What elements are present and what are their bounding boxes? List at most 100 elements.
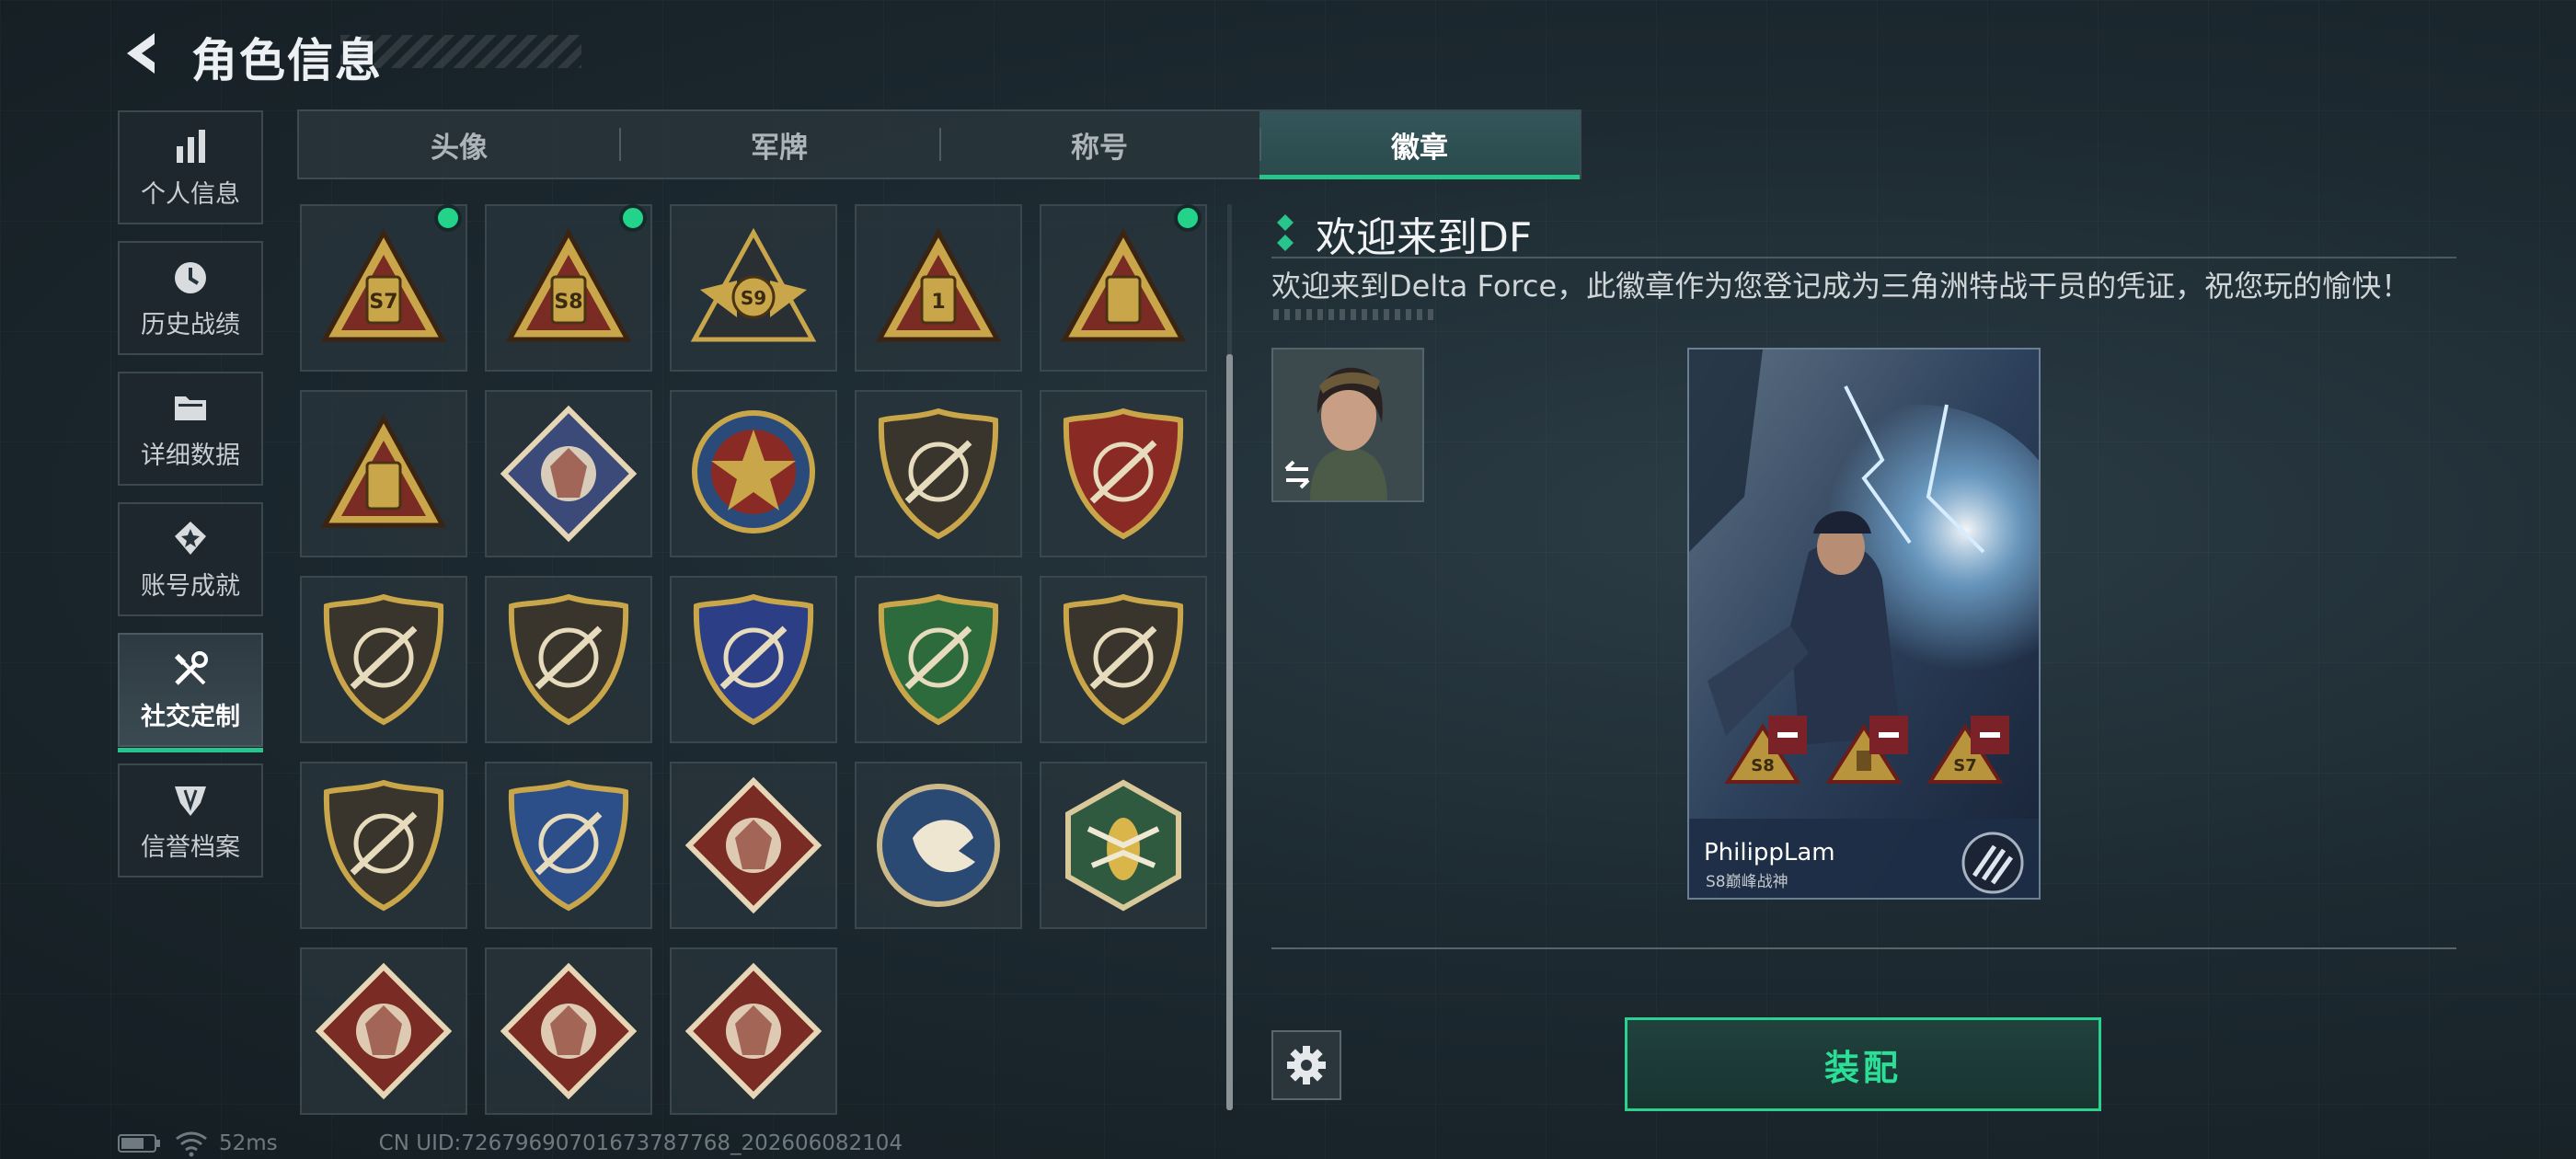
player-avatar[interactable]: [1271, 348, 1424, 502]
sidebar: 个人信息 历史战绩 详细数据 账号成就 社交定制 信誉档案: [118, 110, 267, 894]
svg-text:1: 1: [931, 291, 945, 314]
sidebar-item-label: 历史战绩: [141, 310, 240, 339]
rank-emblem-icon: [1961, 832, 2024, 894]
badge-slot[interactable]: [670, 762, 837, 929]
sidebar-item-detailed-data[interactable]: 详细数据: [118, 372, 263, 486]
svg-text:S7: S7: [1953, 756, 1977, 775]
badge-hornet-hexagon-icon: [1065, 779, 1181, 912]
battery-icon: [118, 1134, 160, 1153]
sidebar-item-label: 个人信息: [141, 179, 240, 209]
sidebar-item-achievements[interactable]: 账号成就: [118, 502, 263, 616]
tab-title[interactable]: 称号: [939, 111, 1259, 178]
bar-chart-icon: [177, 129, 205, 163]
badge-grid: S7 S8 S9 1: [300, 204, 1207, 1115]
badge-gem-shield-icon: [323, 593, 444, 726]
badge-squad-triangle-icon: [320, 413, 447, 528]
badge-slot[interactable]: S8: [485, 204, 652, 372]
badge-slot[interactable]: [1040, 576, 1207, 743]
player-card-art: S8 S7: [1689, 350, 2039, 898]
badge-s9-winged-icon: S9: [690, 227, 817, 342]
badge-slot[interactable]: [855, 390, 1022, 557]
badge-slot[interactable]: [300, 576, 467, 743]
badge-s7-triangle-icon: S7: [320, 227, 447, 342]
badge-laurel-shield-icon: [1063, 407, 1184, 540]
badge-slot[interactable]: [485, 762, 652, 929]
divider: [1271, 257, 2456, 258]
badge-slot[interactable]: [855, 762, 1022, 929]
sidebar-item-reputation[interactable]: 信誉档案: [118, 763, 263, 878]
player-rank-title: S8巅峰战神: [1706, 873, 1788, 891]
page-title: 角色信息: [191, 34, 383, 87]
folder-icon: [175, 396, 206, 420]
wrench-screwdriver-icon: [174, 650, 208, 685]
badge-dragon-diamond-icon: [315, 962, 453, 1100]
svg-text:S8: S8: [554, 291, 582, 314]
back-button[interactable]: [118, 28, 164, 79]
badge-eagle-circle-icon: [877, 784, 1000, 907]
double-diamond-icon: [1277, 214, 1294, 251]
ping-value: 52ms: [219, 1131, 278, 1155]
selected-badge-header: 欢迎来到DF: [1275, 204, 1532, 263]
badge-star-emblem-icon: [692, 410, 815, 534]
player-card-preview: S8 S7: [1687, 348, 2041, 900]
badge-skull-crosshair-icon: [508, 593, 629, 726]
badge-chevron-shield-icon: [878, 407, 999, 540]
status-bar: 52ms CN UID:7267969070167378776​8_202606…: [118, 1130, 903, 1157]
shield-emblem-icon: [175, 786, 206, 816]
badge-slot[interactable]: S7: [300, 204, 467, 372]
badge-runner-diamond-icon: [684, 962, 822, 1100]
category-tabs: 头像 军牌 称号 徽章: [297, 109, 1581, 179]
badge-dragon-diamond-icon: [500, 962, 638, 1100]
badge-slot[interactable]: [300, 390, 467, 557]
sidebar-item-match-history[interactable]: 历史战绩: [118, 241, 263, 355]
medal-icon: [175, 521, 206, 555]
svg-text:S7: S7: [369, 291, 397, 314]
badge-slot[interactable]: [670, 576, 837, 743]
tab-badge[interactable]: 徽章: [1259, 111, 1580, 179]
badge-slot[interactable]: [670, 947, 837, 1115]
badge-usb-triangle-icon: [1060, 227, 1187, 342]
description-decoration: [1273, 309, 1433, 320]
badge-slot[interactable]: S9: [670, 204, 837, 372]
sidebar-item-personal-info[interactable]: 个人信息: [118, 110, 263, 224]
badge-slot[interactable]: [1040, 390, 1207, 557]
clock-icon: [175, 261, 206, 293]
equip-button[interactable]: 装配: [1625, 1017, 2101, 1111]
sidebar-item-label: 详细数据: [141, 441, 240, 470]
badge-slot[interactable]: [485, 390, 652, 557]
badge-slot[interactable]: 1: [855, 204, 1022, 372]
badge-slot[interactable]: [855, 576, 1022, 743]
tab-avatar[interactable]: 头像: [299, 111, 619, 178]
player-name: PhilippLam: [1704, 839, 1835, 866]
badge-slot[interactable]: [300, 947, 467, 1115]
new-indicator-dot: [619, 204, 647, 232]
avatar-portrait: [1273, 350, 1422, 500]
badge-wolf-diamond-icon: [684, 776, 822, 914]
badge-blue-rifle-shield-icon: [693, 593, 814, 726]
new-indicator-dot: [434, 204, 462, 232]
selected-badge-name: 欢迎来到DF: [1316, 214, 1533, 261]
sidebar-item-label: 社交定制: [141, 702, 240, 731]
badge-rose-diamond-icon: [500, 405, 638, 543]
badge-gold-crosshair-shield-icon: [508, 779, 629, 912]
badge-s8-triangle-icon: S8: [505, 227, 632, 342]
badge-slot[interactable]: [300, 762, 467, 929]
svg-text:S8: S8: [1751, 756, 1775, 775]
sidebar-item-social-custom[interactable]: 社交定制: [118, 633, 263, 752]
badge-slot[interactable]: [485, 576, 652, 743]
scrollbar-thumb[interactable]: [1226, 354, 1233, 1110]
settings-button[interactable]: [1271, 1030, 1341, 1100]
new-indicator-dot: [1174, 204, 1202, 232]
badge-sniper-shield-icon: [1063, 593, 1184, 726]
wifi-icon: [176, 1131, 207, 1157]
badge-slot[interactable]: [670, 390, 837, 557]
gear-icon: [1287, 1046, 1326, 1084]
badge-green-rifle-shield-icon: [878, 593, 999, 726]
badge-slot[interactable]: [1040, 204, 1207, 372]
sidebar-item-label: 账号成就: [141, 571, 240, 601]
badge-slot[interactable]: [1040, 762, 1207, 929]
badge-pistol-shield-icon: [323, 779, 444, 912]
tab-dog-tag[interactable]: 军牌: [619, 111, 939, 178]
svg-text:S9: S9: [741, 287, 766, 309]
badge-slot[interactable]: [485, 947, 652, 1115]
